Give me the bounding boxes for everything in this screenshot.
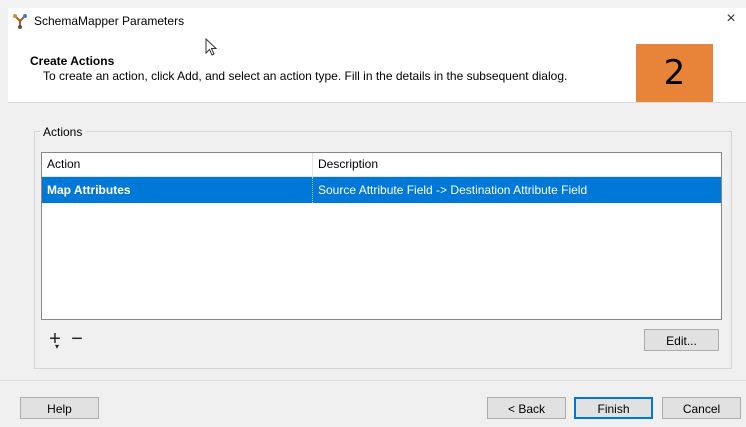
title-bar[interactable]: SchemaMapper Parameters × (8, 8, 746, 36)
column-header-action[interactable]: Action (42, 153, 313, 176)
close-icon[interactable]: × (722, 10, 740, 28)
table-row[interactable]: Map Attributes Source Attribute Field ->… (42, 177, 721, 203)
remove-action-icon[interactable]: − (66, 328, 88, 350)
page-title: Create Actions (30, 54, 115, 68)
step-number-badge: 2 (636, 44, 713, 102)
column-header-description[interactable]: Description (313, 153, 718, 176)
help-button[interactable]: Help (20, 397, 99, 419)
wizard-header: Create Actions To create an action, clic… (8, 36, 746, 103)
add-action-icon[interactable]: + ▾ (44, 328, 66, 351)
row-description-cell: Source Attribute Field -> Destination At… (318, 183, 588, 197)
mouse-cursor-icon (205, 37, 219, 58)
dialog-window: SchemaMapper Parameters × Create Actions… (0, 0, 746, 427)
cancel-button[interactable]: Cancel (662, 397, 741, 419)
row-action-cell: Map Attributes (42, 177, 313, 203)
footer-divider (0, 380, 746, 381)
page-description: To create an action, click Add, and sele… (43, 69, 568, 83)
finish-button[interactable]: Finish (574, 397, 653, 419)
schemamapper-icon (12, 13, 28, 29)
back-button[interactable]: < Back (487, 397, 566, 419)
list-header: Action Description (42, 153, 721, 177)
window-title: SchemaMapper Parameters (34, 14, 185, 28)
top-strip (0, 0, 746, 8)
actions-list[interactable]: Action Description Map Attributes Source… (41, 152, 722, 320)
actions-group-label: Actions (40, 125, 86, 139)
edit-button[interactable]: Edit... (644, 329, 719, 351)
